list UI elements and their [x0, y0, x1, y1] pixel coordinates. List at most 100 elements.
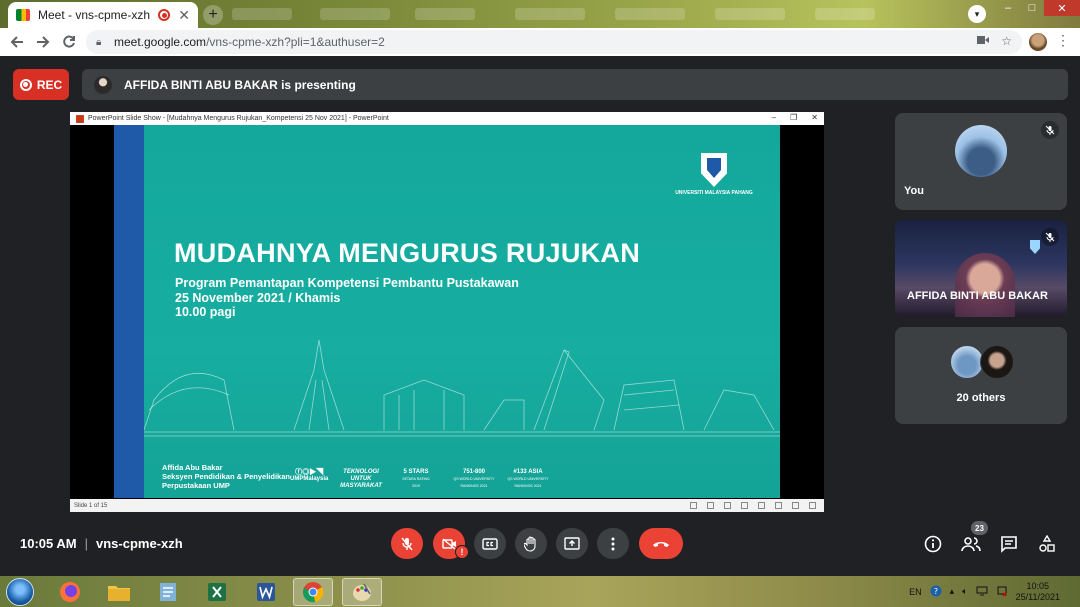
bookmark-star-icon[interactable]: ☆	[1001, 34, 1012, 48]
maximize-button[interactable]: □	[1020, 0, 1044, 16]
file-explorer-icon[interactable]	[99, 578, 139, 606]
captions-icon	[482, 537, 498, 550]
separator: |	[84, 536, 88, 551]
meeting-info-button[interactable]	[922, 533, 944, 555]
lock-icon[interactable]: 🔒︎	[96, 37, 106, 48]
minimize-button[interactable]: –	[996, 0, 1020, 16]
presenter-library: Perpustakaan UMP	[162, 481, 230, 490]
show-hidden-icons-icon[interactable]: ▴	[950, 586, 955, 597]
subtitle-line: 10.00 pagi	[175, 305, 236, 319]
ump-shield-icon	[701, 153, 727, 187]
presenter-info: Affida Abu Bakar Seksyen Pendidikan & Pe…	[162, 463, 290, 490]
paint-icon[interactable]	[342, 578, 382, 606]
excel-icon[interactable]	[197, 578, 237, 606]
network-icon[interactable]	[976, 586, 988, 598]
forward-arrow-icon[interactable]	[30, 29, 56, 55]
present-now-button[interactable]	[556, 528, 588, 559]
participant-tile-others[interactable]: 20 others	[895, 327, 1067, 424]
university-name: UNIVERSITI MALAYSIA PAHANG	[675, 190, 753, 196]
presenter-section: Seksyen Pendidikan & Penyelidikan	[162, 472, 290, 481]
svg-text:?: ?	[934, 587, 938, 596]
view-buttons	[690, 502, 816, 509]
recording-button[interactable]: REC	[13, 69, 69, 100]
background-tab[interactable]	[415, 8, 475, 20]
captions-button[interactable]	[474, 528, 506, 559]
camera-off-icon	[441, 537, 456, 550]
leave-call-button[interactable]	[639, 528, 683, 559]
back-arrow-icon[interactable]	[4, 29, 30, 55]
footer-award: 5 STARS SETARA RATING 2019	[398, 469, 434, 490]
present-screen-icon	[564, 537, 580, 550]
camera-in-use-icon[interactable]	[977, 34, 990, 48]
profile-avatar[interactable]	[1029, 33, 1047, 51]
footer-tagline: TEKNOLOGI UNTUK MASYARAKAT	[338, 469, 384, 490]
reload-icon[interactable]	[56, 29, 82, 55]
view-icon	[775, 502, 782, 509]
browser-menu-icon[interactable]: ⋮	[1056, 32, 1070, 49]
action-center-icon[interactable]	[996, 585, 1008, 599]
mic-off-icon	[1041, 228, 1059, 246]
tab-title: Meet - vns-cpme-xzh	[38, 8, 151, 22]
footer-item-sub: QS WORLD UNIVERSITY RANKINGS 2021	[507, 477, 549, 488]
notes-app-icon[interactable]	[148, 578, 188, 606]
background-tab[interactable]	[815, 8, 875, 20]
help-icon[interactable]: ?	[930, 585, 942, 599]
campus-skyline-illustration	[144, 340, 780, 437]
tab-search-icon[interactable]: ▾	[968, 5, 986, 23]
participant-avatar	[950, 345, 984, 379]
more-options-button[interactable]	[597, 528, 629, 559]
background-tab[interactable]	[232, 8, 292, 20]
background-tab[interactable]	[515, 8, 585, 20]
volume-icon[interactable]: 🔈︎	[962, 586, 967, 597]
address-bar[interactable]: 🔒︎ meet.google.com/vns-cpme-xzh?pli=1&au…	[86, 30, 1022, 54]
system-clock[interactable]: 10:05 25/11/2021	[1016, 581, 1060, 603]
meeting-details: 10:05 AM | vns-cpme-xzh	[20, 536, 183, 551]
meeting-code: vns-cpme-xzh	[96, 536, 183, 551]
language-indicator[interactable]: EN	[909, 587, 922, 597]
social-icons: ⓕ◎▶◥	[295, 469, 324, 476]
background-tab[interactable]	[320, 8, 390, 20]
browser-tab-meet[interactable]: Meet - vns-cpme-xzh ✕	[8, 2, 198, 28]
info-icon	[924, 535, 942, 553]
firefox-icon[interactable]	[50, 578, 90, 606]
slide-subtitle: Program Pemantapan Kompetensi Pembantu P…	[175, 276, 519, 320]
footer-item-label: TEKNOLOGI UNTUK MASYARAKAT	[340, 469, 382, 489]
chat-button[interactable]	[998, 533, 1020, 555]
people-button[interactable]	[960, 533, 982, 555]
powerpoint-statusbar: Slide 1 of 15	[70, 499, 824, 512]
participant-tile-presenter[interactable]: AFFIDA BINTI ABU BAKAR	[895, 220, 1067, 317]
participant-name: You	[904, 185, 924, 197]
microphone-button[interactable]	[391, 528, 423, 559]
rec-label: REC	[36, 77, 63, 92]
raise-hand-button[interactable]	[515, 528, 547, 559]
view-icon	[707, 502, 714, 509]
word-icon[interactable]	[246, 578, 286, 606]
start-button[interactable]	[6, 578, 34, 606]
activities-icon	[1039, 535, 1055, 552]
participant-tile-you[interactable]: You	[895, 113, 1067, 210]
pp-minimize-button: –	[771, 113, 777, 122]
close-window-button[interactable]: ✕	[1044, 0, 1080, 16]
presenting-text: AFFIDA BINTI ABU BAKAR is presenting	[124, 77, 356, 92]
camera-alert-badge[interactable]: !	[455, 545, 469, 559]
powerpoint-window-title: PowerPoint Slide Show - [Mudahnya Mengur…	[88, 115, 389, 122]
footer-item-label: 5 STARS	[403, 469, 429, 475]
slide-blue-bar	[114, 125, 144, 498]
university-logo: UNIVERSITI MALAYSIA PAHANG	[674, 153, 754, 196]
browser-tab-strip: Meet - vns-cpme-xzh ✕ + ▾ – □ ✕	[0, 0, 1080, 28]
new-tab-button[interactable]: +	[203, 5, 223, 25]
meet-favicon-icon	[16, 9, 30, 21]
more-vert-icon	[611, 537, 615, 550]
slide-title: MUDAHNYA MENGURUS RUJUKAN	[174, 238, 641, 268]
background-tab[interactable]	[715, 8, 785, 20]
view-icon	[690, 502, 697, 509]
chrome-icon[interactable]	[293, 578, 333, 606]
pp-close-button: ✕	[811, 113, 818, 122]
ump-logo-icon	[1030, 240, 1040, 254]
tab-close-icon[interactable]: ✕	[178, 7, 190, 24]
background-tab[interactable]	[615, 8, 685, 20]
activities-button[interactable]	[1036, 533, 1058, 555]
footer-item-sub: SETARA RATING 2019	[402, 477, 430, 488]
social-handle: ⓕ◎▶◥ UMPMalaysia	[290, 469, 328, 483]
browser-toolbar: 🔒︎ meet.google.com/vns-cpme-xzh?pli=1&au…	[0, 28, 1080, 56]
